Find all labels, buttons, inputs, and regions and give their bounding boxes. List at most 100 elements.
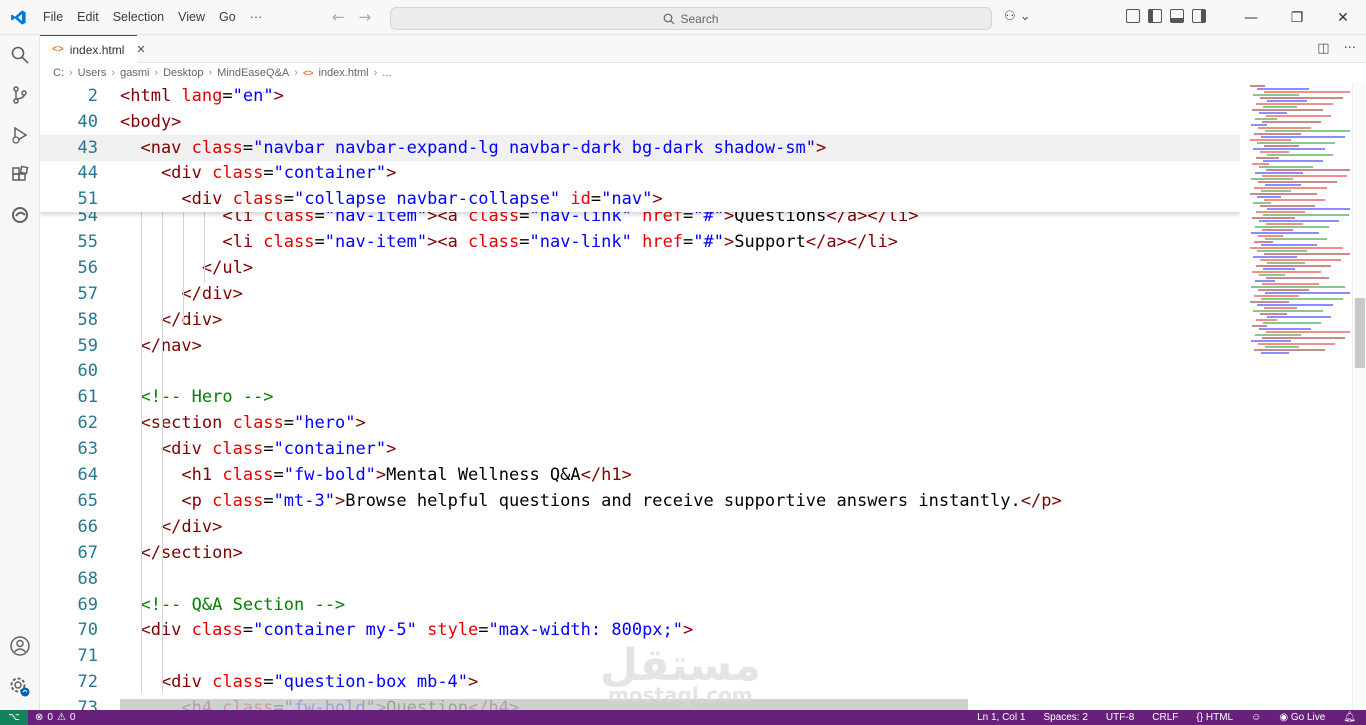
- tab-index-html[interactable]: <> index.html ✕: [40, 35, 146, 63]
- minimap-line: [1252, 325, 1267, 327]
- breadcrumb-item[interactable]: Users: [78, 67, 107, 79]
- split-editor-icon[interactable]: ◫: [1317, 41, 1329, 56]
- run-debug-icon[interactable]: [0, 115, 40, 155]
- code-line[interactable]: 51 <div class="collapse navbar-collapse"…: [40, 186, 1240, 212]
- code-line[interactable]: 68: [40, 566, 1240, 592]
- explorer-search-icon[interactable]: [0, 35, 40, 75]
- minimap-line: [1259, 166, 1313, 168]
- code-token: class: [232, 189, 284, 210]
- line-number: 61: [77, 387, 98, 408]
- indentation[interactable]: Spaces: 2: [1043, 712, 1087, 723]
- code-token: </p>: [1020, 490, 1062, 511]
- code-line[interactable]: 67 </section>: [40, 540, 1240, 566]
- code-line[interactable]: 65 <p class="mt-3">Browse helpful questi…: [40, 488, 1240, 514]
- notifications-bell-icon[interactable]: 🔔︎: [1343, 712, 1356, 723]
- minimap-line: [1257, 250, 1307, 252]
- cursor-position[interactable]: Ln 1, Col 1: [977, 712, 1025, 723]
- minimap-line: [1252, 163, 1269, 165]
- activity-bar: [0, 35, 40, 710]
- menu-view[interactable]: View: [171, 10, 212, 24]
- breadcrumb-item[interactable]: index.html: [318, 67, 368, 79]
- minimap-line: [1263, 214, 1349, 216]
- extensions-icon[interactable]: [0, 155, 40, 195]
- code-line[interactable]: 61 <!-- Hero -->: [40, 384, 1240, 410]
- minimap-line: [1263, 106, 1297, 108]
- menu-edit[interactable]: Edit: [70, 10, 106, 24]
- code-token: <div: [120, 672, 213, 693]
- line-number: 73: [77, 698, 98, 710]
- code-token: "max-width: 800px;": [488, 620, 684, 641]
- horizontal-scrollbar[interactable]: [120, 699, 968, 710]
- breadcrumb-item[interactable]: MindEaseQ&A: [217, 67, 289, 79]
- code-line[interactable]: 60: [40, 358, 1240, 384]
- code-editor[interactable]: 54 <li class="nav-item"><a class="nav-li…: [40, 83, 1240, 710]
- source-control-icon[interactable]: [0, 75, 40, 115]
- code-line[interactable]: 59 </nav>: [40, 333, 1240, 359]
- code-token: >: [386, 163, 397, 184]
- language-mode[interactable]: {} HTML: [1196, 712, 1233, 723]
- minimap-line: [1255, 280, 1275, 282]
- copilot-status-icon[interactable]: ☺: [1251, 712, 1261, 723]
- layout-controls: [1126, 9, 1206, 23]
- breadcrumb-item[interactable]: Desktop: [163, 67, 203, 79]
- restore-icon[interactable]: ❐: [1274, 0, 1320, 35]
- menu-go[interactable]: Go: [212, 10, 243, 24]
- forward-arrow-icon[interactable]: →: [359, 8, 372, 26]
- problems-indicator[interactable]: ⊗ 0 ⚠ 0: [28, 712, 75, 723]
- code-line[interactable]: 44 <div class="container">: [40, 160, 1240, 186]
- menu-file[interactable]: File: [36, 10, 70, 24]
- code-token: "container my-5": [253, 620, 417, 641]
- warning-count: 0: [69, 712, 76, 723]
- code-token: =: [222, 86, 233, 106]
- code-line[interactable]: 43 <nav class="navbar navbar-expand-lg n…: [40, 134, 1240, 161]
- menu-more[interactable]: ···: [243, 10, 270, 24]
- code-line[interactable]: 40 <body>: [40, 109, 1240, 135]
- code-token: >: [652, 189, 663, 210]
- minimap-line: [1254, 241, 1273, 243]
- tab-close-icon[interactable]: ✕: [136, 43, 145, 56]
- minimize-icon[interactable]: —: [1228, 0, 1274, 35]
- menu-selection[interactable]: Selection: [106, 10, 171, 24]
- code-line[interactable]: 55 <li class="nav-item"><a class="nav-li…: [40, 229, 1240, 255]
- line-number: 55: [77, 231, 98, 252]
- code-line[interactable]: 57 </div>: [40, 281, 1240, 307]
- code-line[interactable]: 62 <section class="hero">: [40, 410, 1240, 436]
- breadcrumb-item[interactable]: gasmi: [120, 67, 149, 79]
- customize-layout-icon[interactable]: [1126, 9, 1140, 23]
- code-line[interactable]: 66 </div>: [40, 514, 1240, 540]
- back-arrow-icon[interactable]: ←: [332, 8, 345, 26]
- accounts-icon[interactable]: [0, 635, 40, 657]
- minimap-line: [1264, 307, 1297, 309]
- code-line[interactable]: 69 <!-- Q&A Section -->: [40, 592, 1240, 618]
- window-controls: — ❐ ✕: [1228, 0, 1366, 35]
- code-token: </h1>: [580, 465, 632, 485]
- manage-gear-icon[interactable]: [0, 675, 40, 699]
- copilot-icon[interactable]: ⚇ ⌄: [1004, 9, 1031, 24]
- minimap-line: [1265, 130, 1350, 132]
- code-line[interactable]: 56 </ul>: [40, 255, 1240, 281]
- code-text: <body>: [120, 112, 181, 132]
- code-token: =: [519, 231, 530, 252]
- code-line[interactable]: 64 <h1 class="fw-bold">Mental Wellness Q…: [40, 462, 1240, 488]
- encoding[interactable]: UTF-8: [1106, 712, 1134, 723]
- go-live-button[interactable]: ◉ Go Live: [1279, 712, 1325, 723]
- code-line[interactable]: 58 </div>: [40, 307, 1240, 333]
- command-center-search[interactable]: Search: [390, 7, 992, 30]
- remote-indicator-icon[interactable]: ⌥: [0, 710, 28, 725]
- end-of-line[interactable]: CRLF: [1152, 712, 1178, 723]
- toggle-panel-icon[interactable]: [1170, 9, 1184, 23]
- code-line[interactable]: 2 <html lang="en">: [40, 83, 1240, 109]
- minimap[interactable]: [1240, 83, 1352, 710]
- toggle-sidebar-icon[interactable]: [1148, 9, 1162, 23]
- breadcrumb-item[interactable]: ...: [382, 67, 391, 79]
- toggle-secondary-sidebar-icon[interactable]: [1192, 9, 1206, 23]
- code-token: class: [191, 620, 243, 641]
- breadcrumb-item[interactable]: C:: [53, 67, 64, 79]
- minimap-line: [1260, 97, 1343, 99]
- code-line[interactable]: 63 <div class="container">: [40, 436, 1240, 462]
- close-window-icon[interactable]: ✕: [1320, 0, 1366, 35]
- edge-devtools-icon[interactable]: [0, 195, 40, 235]
- vertical-scrollbar[interactable]: [1352, 83, 1366, 710]
- scrollbar-thumb[interactable]: [1355, 298, 1365, 368]
- more-actions-icon[interactable]: ···: [1344, 41, 1356, 56]
